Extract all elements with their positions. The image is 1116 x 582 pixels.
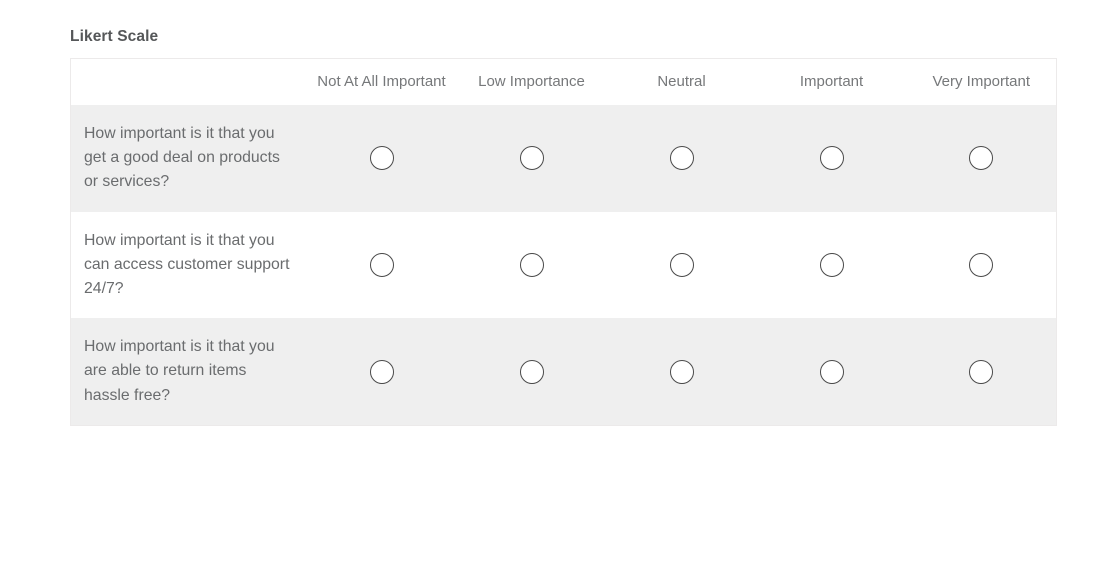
- choice-cell-very-important[interactable]: [906, 318, 1057, 426]
- choice-cell-not-at-all-important[interactable]: [306, 211, 457, 319]
- table-row: How important is it that you can access …: [70, 211, 1057, 319]
- column-header-very-important: Very Important: [906, 58, 1057, 105]
- choice-cell-not-at-all-important[interactable]: [306, 105, 457, 212]
- radio-button-important[interactable]: [819, 252, 844, 277]
- table-row: How important is it that you are able to…: [70, 318, 1057, 426]
- choice-cell-not-at-all-important[interactable]: [306, 318, 457, 426]
- radio-button-neutral[interactable]: [669, 252, 694, 277]
- radio-button-important[interactable]: [819, 146, 844, 171]
- question-column-header: [70, 58, 307, 105]
- radio-button-important[interactable]: [819, 359, 844, 384]
- question-label: How important is it that you get a good …: [70, 105, 307, 212]
- choice-cell-neutral[interactable]: [606, 318, 757, 426]
- choice-cell-low-importance[interactable]: [456, 105, 607, 212]
- table-header: Not At All Important Low Importance Neutra…: [70, 58, 1057, 105]
- radio-button-low-importance[interactable]: [519, 252, 544, 277]
- choice-cell-important[interactable]: [756, 211, 907, 319]
- page-title: Likert Scale: [70, 28, 159, 45]
- radio-button-not-at-all-important[interactable]: [369, 359, 394, 384]
- radio-button-not-at-all-important[interactable]: [369, 252, 394, 277]
- likert-scale-widget: Likert Scale Not At All Important Low Imp…: [70, 28, 1057, 426]
- table-row: How important is it that you get a good …: [70, 105, 1057, 212]
- radio-button-neutral[interactable]: [669, 146, 694, 171]
- question-label: How important is it that you can access …: [70, 211, 307, 319]
- radio-button-neutral[interactable]: [669, 359, 694, 384]
- radio-button-not-at-all-important[interactable]: [369, 146, 394, 171]
- choice-cell-neutral[interactable]: [606, 211, 757, 319]
- radio-button-very-important[interactable]: [969, 146, 994, 171]
- radio-button-low-importance[interactable]: [519, 359, 544, 384]
- choice-cell-low-importance[interactable]: [456, 211, 607, 319]
- column-header-low-importance: Low Importance: [456, 58, 607, 105]
- table-body: How important is it that you get a good …: [70, 105, 1057, 426]
- radio-button-very-important[interactable]: [969, 252, 994, 277]
- table-header-row: Not At All Important Low Importance Neutra…: [70, 58, 1057, 105]
- choice-cell-important[interactable]: [756, 105, 907, 212]
- radio-button-low-importance[interactable]: [519, 146, 544, 171]
- radio-button-very-important[interactable]: [969, 359, 994, 384]
- page-root: Likert Scale Not At All Important Low Imp…: [0, 0, 1116, 582]
- question-label: How important is it that you are able to…: [70, 318, 307, 426]
- choice-cell-very-important[interactable]: [906, 105, 1057, 212]
- choice-cell-important[interactable]: [756, 318, 907, 426]
- column-header-neutral: Neutral: [606, 58, 757, 105]
- choice-cell-low-importance[interactable]: [456, 318, 607, 426]
- likert-scale-table: Not At All Important Low Importance Neutra…: [70, 58, 1057, 426]
- choice-cell-very-important[interactable]: [906, 211, 1057, 319]
- choice-cell-neutral[interactable]: [606, 105, 757, 212]
- column-header-not-at-all-important: Not At All Important: [306, 58, 457, 105]
- column-header-important: Important: [756, 58, 907, 105]
